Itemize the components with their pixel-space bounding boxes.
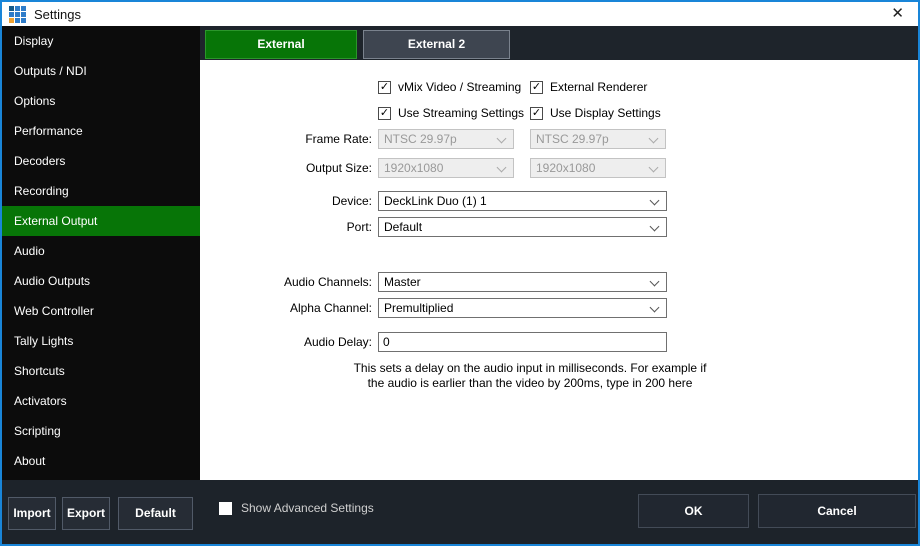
bottom-bar: Import Export Default Show Advanced Sett… [2, 480, 918, 544]
dropdown-value: NTSC 29.97p [384, 132, 457, 146]
external-output-panel: ✓ vMix Video / Streaming ✓ External Rend… [200, 60, 918, 480]
sidebar-item-decoders[interactable]: Decoders [2, 146, 200, 176]
checkbox-label: External Renderer [550, 80, 647, 94]
dropdown-value: 1920x1080 [536, 161, 595, 175]
alpha-channel-dropdown[interactable]: Premultiplied [378, 298, 667, 318]
use-streaming-settings-checkbox[interactable]: ✓ Use Streaming Settings [378, 106, 524, 120]
output-size-dropdown-1[interactable]: 1920x1080 [378, 158, 514, 178]
device-dropdown[interactable]: DeckLink Duo (1) 1 [378, 191, 667, 211]
output-size-label: Output Size: [200, 161, 372, 175]
close-icon[interactable]: ✕ [891, 5, 904, 23]
sidebar-item-display[interactable]: Display [2, 26, 200, 56]
sidebar-item-activators[interactable]: Activators [2, 386, 200, 416]
settings-window: Settings ✕ Display Outputs / NDI Options… [0, 0, 920, 546]
import-button[interactable]: Import [8, 497, 56, 530]
window-title: Settings [34, 7, 81, 22]
chevron-down-icon [650, 303, 660, 313]
audio-delay-label: Audio Delay: [200, 335, 372, 349]
chevron-down-icon [649, 134, 659, 144]
checkbox-label: vMix Video / Streaming [398, 80, 521, 94]
checkmark-icon: ✓ [530, 81, 543, 94]
audio-delay-help-text: This sets a delay on the audio input in … [350, 361, 710, 391]
sidebar: Display Outputs / NDI Options Performanc… [2, 26, 200, 480]
sidebar-item-audio-outputs[interactable]: Audio Outputs [2, 266, 200, 296]
show-advanced-settings-checkbox[interactable]: Show Advanced Settings [219, 501, 374, 515]
audio-channels-dropdown[interactable]: Master [378, 272, 667, 292]
sidebar-item-performance[interactable]: Performance [2, 116, 200, 146]
port-dropdown[interactable]: Default [378, 217, 667, 237]
checkbox-label: Use Display Settings [550, 106, 661, 120]
dropdown-value: Master [384, 275, 421, 289]
chevron-down-icon [649, 163, 659, 173]
checkbox-label: Use Streaming Settings [398, 106, 524, 120]
dropdown-value: Default [384, 220, 422, 234]
device-label: Device: [200, 194, 372, 208]
frame-rate-dropdown-2[interactable]: NTSC 29.97p [530, 129, 666, 149]
ok-button[interactable]: OK [638, 494, 749, 528]
alpha-channel-label: Alpha Channel: [200, 301, 372, 315]
output-size-dropdown-2[interactable]: 1920x1080 [530, 158, 666, 178]
sidebar-item-recording[interactable]: Recording [2, 176, 200, 206]
external-renderer-checkbox[interactable]: ✓ External Renderer [530, 80, 647, 94]
sidebar-item-scripting[interactable]: Scripting [2, 416, 200, 446]
sidebar-item-audio[interactable]: Audio [2, 236, 200, 266]
port-label: Port: [200, 220, 372, 234]
sidebar-item-options[interactable]: Options [2, 86, 200, 116]
checkmark-icon: ✓ [378, 81, 391, 94]
chevron-down-icon [650, 222, 660, 232]
chevron-down-icon [650, 196, 660, 206]
sidebar-item-outputs-ndi[interactable]: Outputs / NDI [2, 56, 200, 86]
vmix-video-streaming-checkbox[interactable]: ✓ vMix Video / Streaming [378, 80, 521, 94]
checkbox-label: Show Advanced Settings [241, 501, 374, 515]
chevron-down-icon [497, 134, 507, 144]
audio-delay-input[interactable] [378, 332, 667, 352]
dropdown-value: DeckLink Duo (1) 1 [384, 194, 487, 208]
dropdown-value: Premultiplied [384, 301, 453, 315]
checkbox-empty [219, 502, 232, 515]
default-button[interactable]: Default [118, 497, 193, 530]
sidebar-item-tally-lights[interactable]: Tally Lights [2, 326, 200, 356]
tab-strip: External External 2 [200, 26, 918, 60]
chevron-down-icon [650, 277, 660, 287]
cancel-button[interactable]: Cancel [758, 494, 916, 528]
sidebar-item-about[interactable]: About [2, 446, 200, 476]
dropdown-value: NTSC 29.97p [536, 132, 609, 146]
checkmark-icon: ✓ [530, 107, 543, 120]
chevron-down-icon [497, 163, 507, 173]
sidebar-item-web-controller[interactable]: Web Controller [2, 296, 200, 326]
sidebar-item-shortcuts[interactable]: Shortcuts [2, 356, 200, 386]
tab-external[interactable]: External [205, 30, 357, 59]
vmix-logo-icon [9, 6, 26, 23]
frame-rate-label: Frame Rate: [200, 132, 372, 146]
audio-channels-label: Audio Channels: [200, 275, 372, 289]
title-bar: Settings ✕ [2, 2, 918, 26]
use-display-settings-checkbox[interactable]: ✓ Use Display Settings [530, 106, 661, 120]
checkmark-icon: ✓ [378, 107, 391, 120]
frame-rate-dropdown-1[interactable]: NTSC 29.97p [378, 129, 514, 149]
export-button[interactable]: Export [62, 497, 110, 530]
tab-external-2[interactable]: External 2 [363, 30, 510, 59]
sidebar-item-external-output[interactable]: External Output [2, 206, 200, 236]
dropdown-value: 1920x1080 [384, 161, 443, 175]
